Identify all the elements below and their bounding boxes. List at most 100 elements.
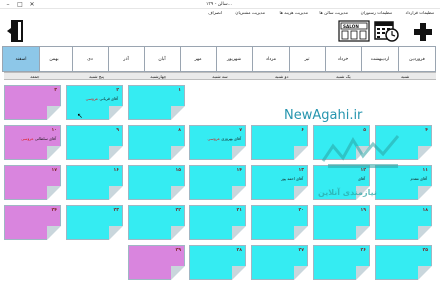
month-tab-6[interactable]: شهریور [215,46,253,72]
booking-label: آقای سلطانی عروسی [21,136,56,141]
calendar-day-15[interactable]: ۱۵ [128,165,185,200]
day-number: ۶ [301,128,304,133]
salon-label: SALON [343,23,359,29]
page-curl-icon [418,186,432,200]
exit-door-icon[interactable] [6,19,28,43]
calendar-day-17[interactable]: ۱۷ [4,165,61,200]
customer-name: آقای قربانی [99,96,118,101]
month-tab-8[interactable]: آبان [143,46,181,72]
day-number: ۲۶ [360,248,367,253]
page-curl-icon [294,186,308,200]
minimize-icon[interactable]: – [2,0,14,9]
booking-label: آقای [358,176,365,181]
day-number: ۲ [116,88,119,93]
customer-name: آقای سلطانی [34,136,56,141]
title-bar: سالن - ۱۳۹... – □ ✕ [0,0,440,9]
calendar-day-10[interactable]: ۱۰ آقای سلطانی عروسی [4,125,61,160]
month-tab-11[interactable]: بهمن [35,46,73,72]
page-curl-icon [109,146,123,160]
calendar-clock-icon[interactable] [374,19,400,43]
month-tab-12[interactable]: اسفند [2,46,40,72]
month-tab-10[interactable]: دی [71,46,109,72]
weekday-label-7: جمعه [30,74,40,79]
calendar-day-2[interactable]: ۲ آقای قربانی عروسی [66,85,123,120]
day-number: ۱۰ [51,128,58,133]
day-number: ۱۵ [175,168,182,173]
watermark-tagline: نیازمندی آنلاین [318,188,377,197]
month-tab-3[interactable]: خرداد [324,46,362,72]
page-curl-icon [294,266,308,280]
page-curl-icon [232,266,246,280]
calendar-day-14[interactable]: ۱۴ [189,165,246,200]
booking-label: آقای احمد پور [281,176,303,181]
day-number: ۲۳ [113,208,120,213]
page-curl-icon [418,226,432,240]
page-curl-icon [232,186,246,200]
month-tabs: فروردین اردیبهشت خرداد تیر مرداد شهریور مهر آبا… [0,46,440,72]
month-tab-4[interactable]: تیر [288,46,326,72]
calendar-day-26[interactable]: ۲۶ [313,245,370,280]
calendar-day-9[interactable]: ۹ [66,125,123,160]
weekday-label-2: یک شنبه [336,74,351,79]
calendar-day-16[interactable]: ۱۶ [66,165,123,200]
calendar-day-6[interactable]: ۶ [251,125,308,160]
menu-bar: تنظیمات قرارداد تنظیمات رستوران مدیریت س… [0,9,440,17]
watermark-site: NewAgahi.ir [284,108,363,123]
day-number: ۱۹ [360,208,367,213]
page-curl-icon [294,146,308,160]
menu-item-customers[interactable]: مدیریت مشتریان [235,9,265,17]
maximize-icon[interactable]: □ [14,0,26,9]
menu-item-cancel[interactable]: انصراف [208,9,222,17]
weekday-label-6: پنج شنبه [89,74,104,79]
weekday-label-4: سه شنبه [212,74,228,79]
page-curl-icon [418,146,432,160]
day-number: ۲۸ [236,248,243,253]
calendar-day-13[interactable]: ۱۳ آقای احمد پور [251,165,308,200]
month-tab-5[interactable]: مرداد [252,46,290,72]
month-tab-7[interactable]: مهر [179,46,217,72]
calendar-day-18[interactable]: ۱۸ [375,205,432,240]
calendar-day-29[interactable]: ۲۹ [128,245,185,280]
menu-item-restaurant-settings[interactable]: تنظیمات رستوران [361,9,392,17]
toolbar: SALON [0,17,440,45]
calendar-day-20[interactable]: ۲۰ [251,205,308,240]
page-curl-icon [418,266,432,280]
page-curl-icon [47,226,61,240]
calendar-day-21[interactable]: ۲۱ [189,205,246,240]
calendar-day-22[interactable]: ۲۲ [128,205,185,240]
weekday-label-3: دو شنبه [274,74,289,79]
day-number: ۲۱ [236,208,243,213]
calendar-day-25[interactable]: ۲۵ [375,245,432,280]
customer-name: آقای احمد پور [281,176,303,181]
day-number: ۱۶ [113,168,120,173]
calendar-day-28[interactable]: ۲۸ [189,245,246,280]
calendar-day-8[interactable]: ۸ [128,125,185,160]
calendar-day-23[interactable]: ۲۳ [66,205,123,240]
day-number: ۱ [178,88,181,93]
menu-item-halls[interactable]: مدیریت سالن ها [319,9,348,17]
month-tab-1[interactable]: فروردین [398,46,436,72]
salon-building-icon[interactable]: SALON [338,20,370,42]
add-icon[interactable] [412,21,434,43]
customer-name: آقای بهروزی [221,136,241,141]
menu-item-contract-settings[interactable]: تنظیمات قرارداد [406,9,435,17]
weekday-header: شنبه یک شنبه دو شنبه سه شنبه چهارشنبه پنج شنب… [4,72,436,80]
page-curl-icon [47,186,61,200]
menu-item-costs[interactable]: مدیریت هزینه ها [279,9,308,17]
close-icon[interactable]: ✕ [26,0,38,9]
page-curl-icon [171,106,185,120]
booking-label: آقای قربانی عروسی [86,96,118,101]
month-tab-2[interactable]: اردیبهشت [361,46,399,72]
calendar-day-19[interactable]: ۱۹ [313,205,370,240]
day-number: ۱۱ [422,168,429,173]
calendar-day-1[interactable]: ۱ [128,85,185,120]
calendar-day-24[interactable]: ۲۴ [4,205,61,240]
month-tab-9[interactable]: آذر [107,46,145,72]
calendar-day-7[interactable]: ۷ آقای بهروزی عروسی [189,125,246,160]
customer-name: آقای مقدم [410,176,427,181]
calendar-day-27[interactable]: ۲۷ [251,245,308,280]
booking-label: آقای بهروزی عروسی [207,136,241,141]
day-number: ۲۲ [175,208,182,213]
calendar-day-3[interactable]: ۳ [4,85,61,120]
page-curl-icon [171,226,185,240]
